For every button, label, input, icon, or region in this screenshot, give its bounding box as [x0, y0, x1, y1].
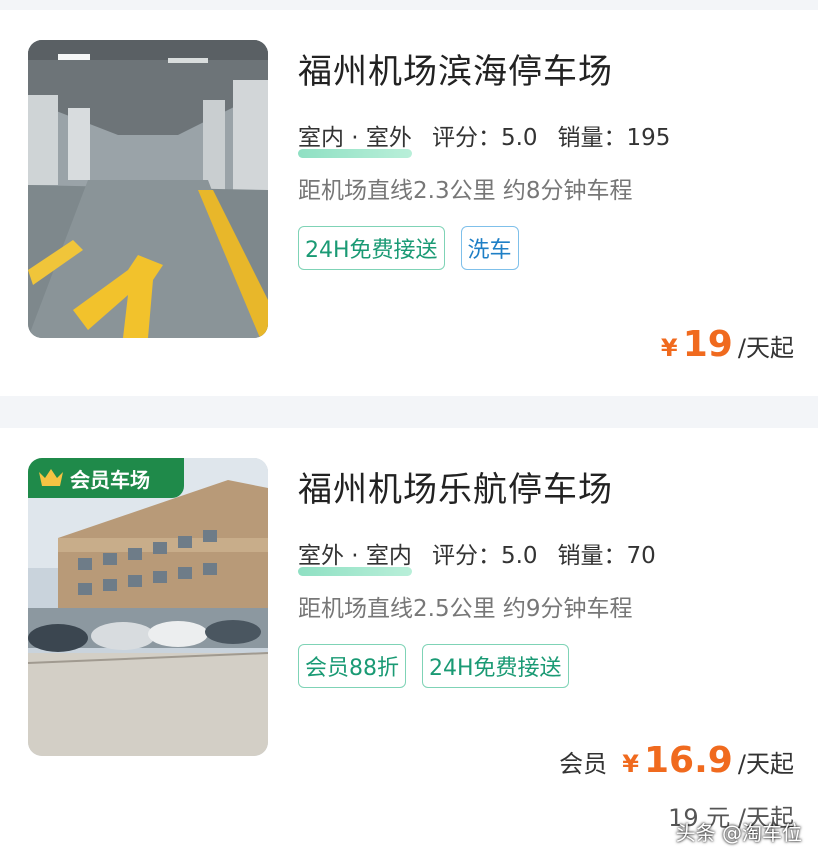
parking-photo-outdoor[interactable]: [28, 458, 268, 756]
listing-title[interactable]: 福州机场乐航停车场: [298, 462, 613, 511]
listing-title[interactable]: 福州机场滨海停车场: [298, 44, 613, 93]
rating: 评分：5.0: [431, 125, 538, 151]
sales-count: 销量：70: [557, 543, 656, 569]
parking-listing-card[interactable]: 会员车场 福州机场乐航停车场 室外 · 室内 评分：5.0 销量：70 距机场直线…: [0, 428, 818, 860]
tag-member-discount: 会员88折: [298, 644, 406, 688]
price-value: 19: [682, 324, 733, 365]
price-unit: /天起: [737, 334, 794, 362]
listing-meta: 室内 · 室外 评分：5.0 销量：195: [298, 118, 671, 158]
parking-listing-card[interactable]: 福州机场滨海停车场 室内 · 室外 评分：5.0 销量：195 距机场直线2.3公…: [0, 10, 818, 396]
parking-type: 室外 · 室内: [298, 536, 412, 576]
tag-shuttle: 24H免费接送: [298, 226, 445, 270]
sales-count: 销量：195: [557, 125, 671, 151]
tag-list: 24H免费接送 洗车: [298, 226, 535, 270]
member-lot-badge: 会员车场: [28, 458, 184, 498]
price-unit: /天起: [737, 750, 794, 778]
parking-photo-indoor[interactable]: [28, 40, 268, 338]
crown-icon: [39, 469, 63, 486]
watermark: 头条 @淘车位: [675, 821, 802, 845]
distance-info: 距机场直线2.3公里 约8分钟车程: [298, 178, 633, 204]
tag-shuttle: 24H免费接送: [422, 644, 569, 688]
tag-car-wash: 洗车: [460, 226, 519, 270]
price-value: 16.9: [643, 740, 733, 781]
price-block: 会员 ¥ 16.9 /天起: [559, 740, 794, 781]
currency-symbol: ¥: [622, 750, 639, 778]
listing-meta: 室外 · 室内 评分：5.0 销量：70: [298, 536, 656, 576]
member-price-label: 会员: [559, 750, 608, 778]
price-block: ¥ 19 /天起: [661, 324, 794, 365]
parking-type: 室内 · 室外: [298, 118, 412, 158]
currency-symbol: ¥: [660, 334, 678, 362]
rating: 评分：5.0: [431, 543, 538, 569]
distance-info: 距机场直线2.5公里 约9分钟车程: [298, 596, 633, 622]
tag-list: 会员88折 24H免费接送: [298, 644, 585, 688]
